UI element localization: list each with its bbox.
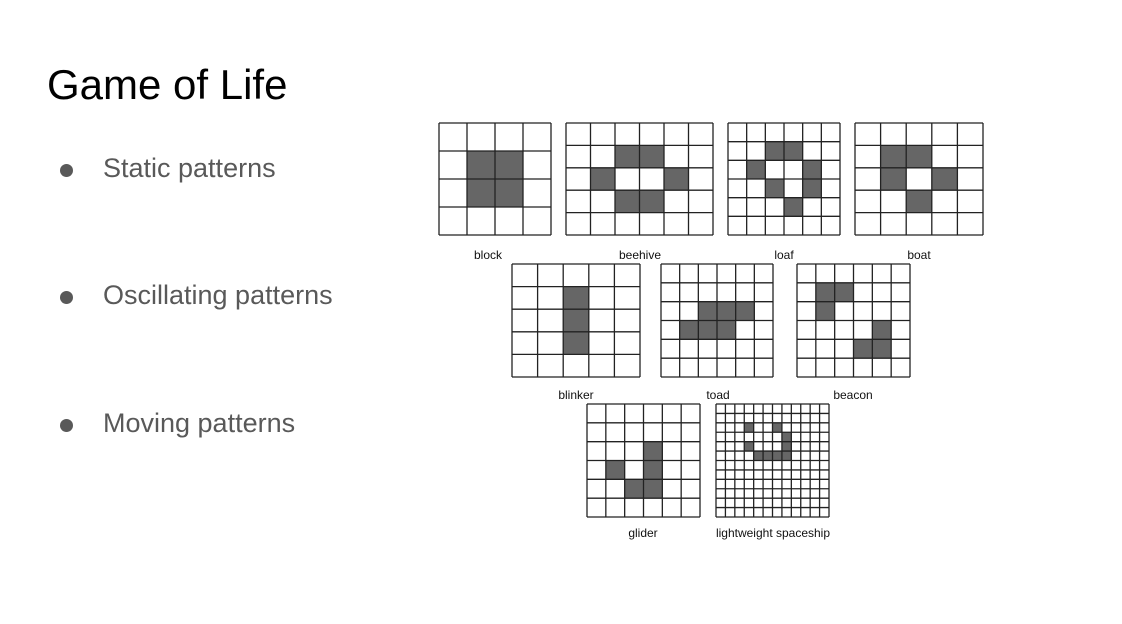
alive-cell xyxy=(765,141,784,161)
alive-cell xyxy=(643,441,663,461)
pattern-label: toad xyxy=(706,388,729,402)
alive-cell xyxy=(717,320,736,340)
alive-cell xyxy=(624,479,644,499)
alive-cell xyxy=(784,141,803,161)
alive-cell xyxy=(853,339,873,359)
alive-cell xyxy=(643,460,663,480)
alive-cell xyxy=(698,320,717,340)
pattern-beehive: beehive xyxy=(565,122,714,262)
alive-cell xyxy=(834,282,854,302)
alive-cell xyxy=(872,320,892,340)
alive-cell xyxy=(639,190,664,213)
pattern-block: block xyxy=(438,122,552,262)
alive-cell xyxy=(615,190,640,213)
alive-cell xyxy=(772,451,782,461)
alive-cell xyxy=(643,479,663,499)
alive-cell xyxy=(590,167,615,191)
alive-cell xyxy=(906,145,932,168)
alive-cell xyxy=(698,301,717,321)
pattern-boat: boat xyxy=(854,122,984,262)
alive-cell xyxy=(931,167,958,191)
alive-cell xyxy=(753,451,764,461)
alive-cell xyxy=(802,179,822,198)
alive-cell xyxy=(763,451,773,461)
alive-cell xyxy=(563,286,589,310)
alive-cell xyxy=(781,441,792,452)
alive-cell xyxy=(615,145,640,168)
alive-cell xyxy=(815,282,835,302)
patterns-diagram: block beehive loaf boat blinker toad beacon gli… xyxy=(438,122,984,540)
pattern-label: boat xyxy=(907,248,931,262)
pattern-beacon: beacon xyxy=(796,263,911,402)
alive-cell xyxy=(880,145,907,168)
alive-cell xyxy=(802,160,822,179)
pattern-label: loaf xyxy=(774,248,794,262)
alive-cell xyxy=(781,451,792,461)
pattern-grid-bg xyxy=(855,123,983,235)
pattern-toad: toad xyxy=(660,263,774,402)
alive-cell xyxy=(495,151,523,179)
pattern-label: block xyxy=(474,248,503,262)
alive-cell xyxy=(679,320,699,340)
alive-cell xyxy=(563,331,589,355)
pattern-label: blinker xyxy=(558,388,593,402)
alive-cell xyxy=(495,179,523,207)
pattern-blinker: blinker xyxy=(511,263,641,402)
alive-cell xyxy=(784,197,803,217)
alive-cell xyxy=(880,167,907,191)
alive-cell xyxy=(906,190,932,213)
pattern-label: glider xyxy=(628,526,657,540)
alive-cell xyxy=(781,432,792,442)
pattern-loaf: loaf xyxy=(727,122,841,262)
pattern-label: beacon xyxy=(833,388,872,402)
alive-cell xyxy=(563,309,589,332)
alive-cell xyxy=(467,151,495,179)
alive-cell xyxy=(605,460,625,480)
pattern-glider: glider xyxy=(586,403,701,540)
alive-cell xyxy=(467,179,495,207)
alive-cell xyxy=(872,339,892,359)
alive-cell xyxy=(772,422,782,433)
alive-cell xyxy=(744,441,754,452)
pattern-lightweight-spaceship: lightweight spaceship xyxy=(715,403,830,540)
alive-cell xyxy=(815,301,835,321)
alive-cell xyxy=(664,167,689,191)
alive-cell xyxy=(765,179,784,198)
alive-cell xyxy=(746,160,766,179)
alive-cell xyxy=(639,145,664,168)
alive-cell xyxy=(717,301,736,321)
alive-cell xyxy=(735,301,755,321)
alive-cell xyxy=(744,422,754,433)
pattern-label: beehive xyxy=(619,248,661,262)
pattern-label: lightweight spaceship xyxy=(716,526,830,540)
